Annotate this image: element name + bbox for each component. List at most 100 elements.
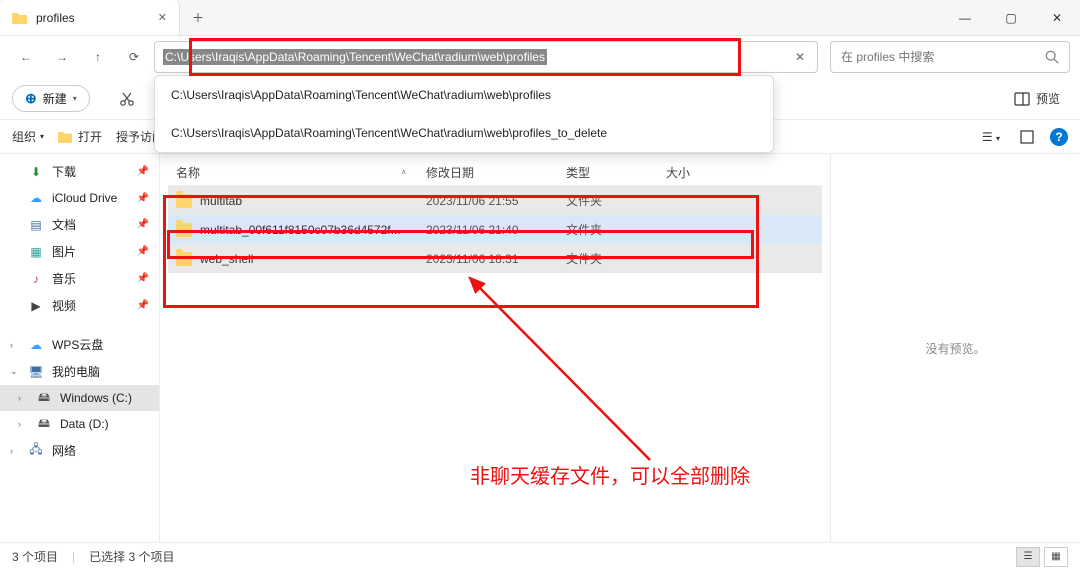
- sidebar-item-icloud[interactable]: ☁ iCloud Drive 📌: [0, 185, 159, 211]
- file-name: multitab_00f611f8150c07b36d4572f...: [200, 223, 426, 237]
- search-input[interactable]: [841, 50, 1045, 64]
- suggestion-item[interactable]: C:\Users\Iraqis\AppData\Roaming\Tencent\…: [155, 114, 773, 152]
- organize-menu[interactable]: 组织 ▾: [12, 128, 44, 145]
- preview-empty-text: 没有预览。: [925, 340, 985, 357]
- file-row[interactable]: web_shell 2023/11/06 18:31 文件夹: [168, 244, 822, 273]
- file-list-pane: 名称˄ 修改日期 类型 大小 multitab 2023/11/06 21:55…: [160, 154, 830, 542]
- sidebar-item-network[interactable]: › 🖧 网络: [0, 437, 159, 464]
- chevron-down-icon: ▾: [73, 94, 77, 103]
- preview-label: 预览: [1036, 90, 1060, 107]
- column-type[interactable]: 类型: [566, 164, 666, 181]
- details-view-button[interactable]: ☰: [1016, 547, 1040, 567]
- sidebar-item-music[interactable]: ♪ 音乐 📌: [0, 265, 159, 292]
- sidebar-item-videos[interactable]: ▶ 视频 📌: [0, 292, 159, 319]
- pc-icon: 🖥: [28, 364, 44, 380]
- sidebar-item-documents[interactable]: ▤ 文档 📌: [0, 211, 159, 238]
- drive-icon: 🖴: [36, 390, 52, 406]
- new-button[interactable]: ⊕ 新建 ▾: [12, 85, 90, 112]
- column-date[interactable]: 修改日期: [426, 164, 566, 181]
- preview-pane: 没有预览。: [830, 154, 1080, 542]
- preview-icon: [1014, 91, 1030, 107]
- status-bar: 3 个项目 | 已选择 3 个项目 ☰ ▦: [0, 542, 1080, 570]
- pin-icon: 📌: [137, 273, 149, 284]
- preview-toggle[interactable]: 预览: [1006, 86, 1068, 111]
- pin-icon: 📌: [137, 193, 149, 204]
- address-suggestions: C:\Users\Iraqis\AppData\Roaming\Tencent\…: [154, 75, 774, 153]
- pin-icon: 📌: [137, 166, 149, 177]
- clear-address-button[interactable]: ✕: [791, 46, 809, 68]
- plus-icon: ⊕: [25, 90, 37, 107]
- chevron-right-icon: ›: [18, 419, 28, 429]
- folder-icon: [176, 194, 192, 208]
- view-tiles-icon[interactable]: [1016, 128, 1038, 146]
- sidebar-item-wps[interactable]: › ☁ WPS云盘: [0, 331, 159, 358]
- close-tab-button[interactable]: ✕: [158, 11, 167, 24]
- status-selected: 已选择 3 个项目: [89, 548, 174, 565]
- file-type: 文件夹: [566, 250, 666, 267]
- music-icon: ♪: [28, 271, 44, 287]
- file-row[interactable]: multitab_00f611f8150c07b36d4572f... 2023…: [168, 215, 822, 244]
- folder-icon: [176, 223, 192, 237]
- folder-icon: [176, 252, 192, 266]
- file-type: 文件夹: [566, 221, 666, 238]
- cloud-icon: ☁: [28, 190, 44, 206]
- folder-open-icon: [58, 130, 74, 144]
- new-tab-button[interactable]: ＋: [180, 0, 216, 36]
- download-icon: ⬇: [28, 164, 44, 180]
- chevron-right-icon: ›: [10, 446, 20, 456]
- file-date: 2023/11/06 21:40: [426, 223, 566, 237]
- main-content: ⬇ 下载 📌 ☁ iCloud Drive 📌 ▤ 文档 📌 ▦ 图片 📌 ♪ …: [0, 154, 1080, 542]
- sidebar-item-pictures[interactable]: ▦ 图片 📌: [0, 238, 159, 265]
- pin-icon: 📌: [137, 219, 149, 230]
- cut-button[interactable]: [110, 83, 144, 115]
- back-button[interactable]: ←: [10, 41, 42, 73]
- view-list-icon[interactable]: ☰ ▾: [978, 128, 1004, 146]
- file-date: 2023/11/06 18:31: [426, 252, 566, 266]
- help-button[interactable]: ?: [1050, 128, 1068, 146]
- chevron-down-icon: ⌄: [10, 366, 20, 377]
- file-row[interactable]: multitab 2023/11/06 21:55 文件夹: [168, 186, 822, 215]
- tiles-view-button[interactable]: ▦: [1044, 547, 1068, 567]
- pictures-icon: ▦: [28, 244, 44, 260]
- maximize-button[interactable]: ▢: [988, 0, 1034, 36]
- sidebar-item-thispc[interactable]: ⌄ 🖥 我的电脑: [0, 358, 159, 385]
- navigation-toolbar: ← → ↑ ⟳ C:\Users\Iraqis\AppData\Roaming\…: [0, 36, 1080, 78]
- file-name: multitab: [200, 194, 426, 208]
- new-label: 新建: [43, 90, 67, 107]
- address-bar[interactable]: C:\Users\Iraqis\AppData\Roaming\Tencent\…: [154, 41, 818, 73]
- close-window-button[interactable]: ✕: [1034, 0, 1080, 36]
- forward-button[interactable]: →: [46, 41, 78, 73]
- chevron-right-icon: ›: [18, 393, 28, 403]
- minimize-button[interactable]: —: [942, 0, 988, 36]
- open-button[interactable]: 打开: [58, 128, 102, 145]
- sidebar-item-downloads[interactable]: ⬇ 下载 📌: [0, 158, 159, 185]
- drive-icon: 🖴: [36, 416, 52, 432]
- network-icon: 🖧: [28, 443, 44, 459]
- sidebar-item-drive-c[interactable]: › 🖴 Windows (C:): [0, 385, 159, 411]
- pin-icon: 📌: [137, 300, 149, 311]
- file-type: 文件夹: [566, 192, 666, 209]
- sort-indicator-icon: ˄: [401, 168, 406, 177]
- address-path: C:\Users\Iraqis\AppData\Roaming\Tencent\…: [163, 49, 547, 65]
- search-icon: [1045, 50, 1059, 64]
- tab-title: profiles: [36, 11, 75, 25]
- pin-icon: 📌: [137, 246, 149, 257]
- wps-icon: ☁: [28, 337, 44, 353]
- chevron-down-icon: ▾: [40, 132, 44, 141]
- suggestion-item[interactable]: C:\Users\Iraqis\AppData\Roaming\Tencent\…: [155, 76, 773, 114]
- up-button[interactable]: ↑: [82, 41, 114, 73]
- file-name: web_shell: [200, 252, 426, 266]
- refresh-button[interactable]: ⟳: [118, 41, 150, 73]
- tab-profiles[interactable]: profiles ✕: [0, 0, 180, 35]
- search-box[interactable]: [830, 41, 1070, 73]
- video-icon: ▶: [28, 298, 44, 314]
- status-total: 3 个项目: [12, 548, 58, 565]
- sidebar: ⬇ 下载 📌 ☁ iCloud Drive 📌 ▤ 文档 📌 ▦ 图片 📌 ♪ …: [0, 154, 160, 542]
- sidebar-item-drive-d[interactable]: › 🖴 Data (D:): [0, 411, 159, 437]
- title-bar: profiles ✕ ＋ — ▢ ✕: [0, 0, 1080, 36]
- column-headers: 名称˄ 修改日期 类型 大小: [168, 160, 822, 186]
- chevron-right-icon: ›: [10, 340, 20, 350]
- column-name[interactable]: 名称˄: [176, 164, 426, 181]
- folder-icon: [12, 10, 28, 26]
- column-size[interactable]: 大小: [666, 164, 726, 181]
